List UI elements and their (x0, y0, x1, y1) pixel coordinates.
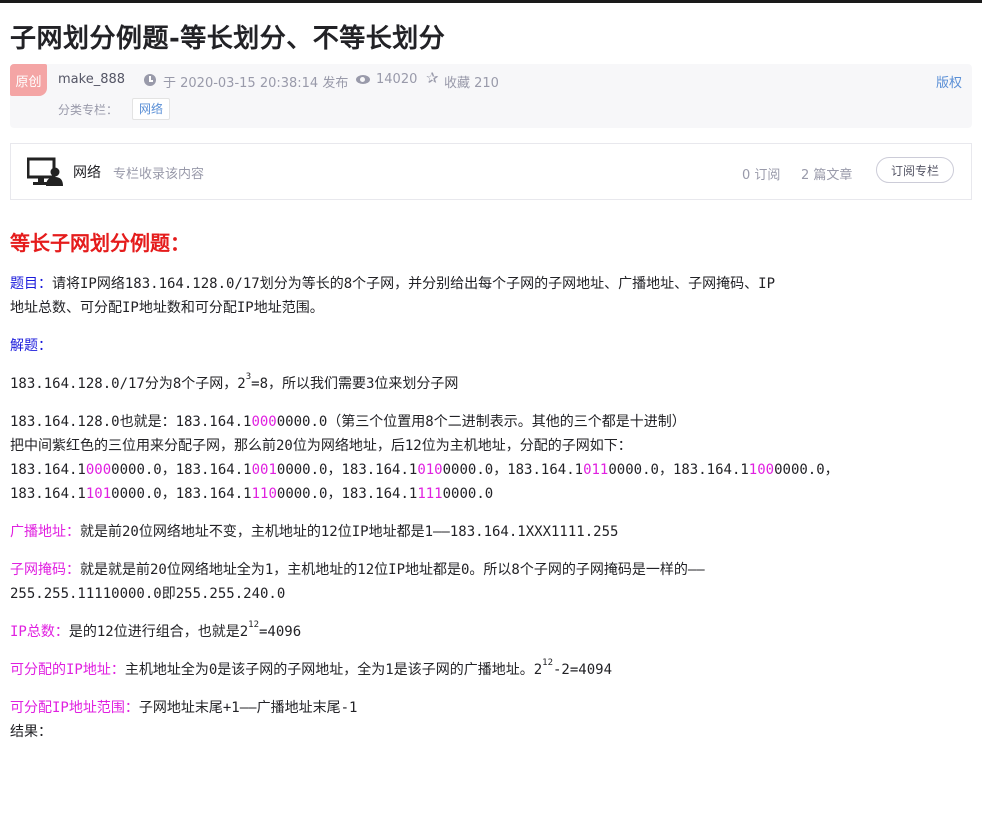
subnet-item: 183.164.11000000.0， (672, 462, 839, 478)
subnet-item: 183.164.11110000.0 (341, 486, 494, 502)
range-line: 可分配IP地址范围：子网地址末尾+1——广播地址末尾-1 (10, 696, 972, 720)
column-description: 专栏收录该内容 (113, 167, 205, 182)
clock-icon (144, 74, 156, 86)
question-line-1: 题目：请将IP网络183.164.128.0/17划分为等长的8个子网，并分别给… (10, 272, 972, 296)
subnet-item: 183.164.10000000.0， (10, 462, 176, 478)
subnet-list-row-2: 183.164.11010000.0，183.164.11100000.0，18… (10, 482, 972, 506)
answer-label: 解题： (10, 334, 972, 358)
step-3: 把中间紫红色的三位用来分配子网，那么前20位为网络地址，后12位为主机地址，分配… (10, 438, 632, 454)
copyright-link[interactable]: 版权 (936, 72, 962, 91)
original-badge: 原创 (10, 64, 47, 96)
step-1: 183.164.128.0/17分为8个子网，23=8，所以我们需要3位来划分子… (10, 372, 972, 396)
ip-total-line: IP总数：是的12位进行组合，也就是212=4096 (10, 620, 972, 644)
subnet-item: 183.164.10010000.0， (175, 462, 342, 478)
answer-label-text: 解题： (10, 338, 52, 354)
result-label: 结果： (10, 724, 52, 740)
question-line-2: 地址总数、可分配IP地址数和可分配IP地址范围。 (10, 300, 324, 316)
article-count: 2 篇文章 (801, 168, 853, 183)
subscriber-count: 0 订阅 (742, 168, 781, 183)
subnet-item: 183.164.11100000.0， (175, 486, 342, 502)
ip-total-exponent: 12 (248, 620, 259, 630)
step-2: 183.164.128.0也就是：183.164.10000000.0（第三个位… (10, 410, 972, 434)
assignable-a: 主机地址全为0是该子网的子网地址，全为1是该子网的广播地址。2 (124, 662, 543, 678)
favorite-count[interactable]: 收藏 210 (444, 72, 499, 91)
mask-line-2: 255.255.11110000.0即255.255.240.0 (10, 586, 286, 602)
ip-total-label: IP总数： (10, 624, 69, 640)
view-count: 14020 (376, 72, 418, 87)
article-title: 子网划分例题-等长划分、不等长划分 (10, 24, 446, 54)
section-heading: 等长子网划分例题： (10, 231, 190, 255)
computer-user-icon (27, 157, 63, 186)
assignable-label: 可分配的IP地址： (10, 662, 125, 678)
author-link[interactable]: make_888 (58, 72, 125, 87)
broadcast-text: 就是前20位网络地址不变，主机地址的12位IP地址都是1——183.164.1X… (80, 524, 619, 540)
subscribe-column-button[interactable]: 订阅专栏 (876, 157, 954, 183)
question-text-1: 请将IP网络183.164.128.0/17划分为等长的8个子网，并分别给出每个… (52, 276, 776, 292)
step-2-b: 0000.0（第三个位置用8个二进制表示。其他的三个都是十进制） (276, 414, 686, 430)
column-card: 网络 专栏收录该内容 0 订阅 2 篇文章 订阅专栏 (10, 143, 972, 200)
article-meta: 原创 make_888 于 2020-03-15 20:38:14 发布 140… (10, 64, 972, 128)
eye-icon (356, 75, 370, 84)
mask-text-1: 就是就是前20位网络地址全为1，主机地址的12位IP地址都是0。所以8个子网的子… (80, 562, 705, 578)
column-name[interactable]: 网络 (73, 162, 101, 182)
mask-label: 子网掩码： (10, 562, 80, 578)
subnet-item: 183.164.11010000.0， (10, 486, 176, 502)
column-label: 分类专栏： (58, 103, 119, 117)
range-text: 子网地址末尾+1——广播地址末尾-1 (138, 700, 358, 716)
star-icon[interactable]: ✰ (426, 69, 439, 87)
step-1-a: 183.164.128.0/17分为8个子网，2 (10, 376, 246, 392)
publish-time: 于 2020-03-15 20:38:14 发布 (163, 76, 349, 91)
step-2-highlight: 000 (251, 414, 277, 430)
broadcast-label: 广播地址： (10, 524, 80, 540)
assignable-exponent: 12 (542, 658, 553, 668)
column-tag[interactable]: 网络 (132, 98, 171, 120)
mask-line-1: 子网掩码：就是就是前20位网络地址全为1，主机地址的12位IP地址都是0。所以8… (10, 558, 972, 582)
step-2-a: 183.164.128.0也就是：183.164.1 (10, 414, 252, 430)
top-bar (0, 0, 982, 3)
range-label: 可分配IP地址范围： (10, 700, 139, 716)
article-content: 等长子网划分例题： 题目：请将IP网络183.164.128.0/17划分为等长… (10, 228, 972, 744)
ip-total-b: =4096 (259, 624, 302, 640)
subnet-list-row-1: 183.164.10000000.0，183.164.10010000.0，18… (10, 458, 972, 482)
broadcast-line: 广播地址：就是前20位网络地址不变，主机地址的12位IP地址都是1——183.1… (10, 520, 972, 544)
assignable-line: 可分配的IP地址：主机地址全为0是该子网的子网地址，全为1是该子网的广播地址。2… (10, 658, 972, 682)
question-label: 题目： (10, 276, 52, 292)
ip-total-a: 是的12位进行组合，也就是2 (68, 624, 249, 640)
step-1-b: =8，所以我们需要3位来划分子网 (251, 376, 459, 392)
assignable-b: -2=4094 (553, 662, 613, 678)
subnet-item: 183.164.10100000.0， (341, 462, 508, 478)
step-1-exponent: 3 (245, 372, 252, 382)
subnet-item: 183.164.10110000.0， (507, 462, 673, 478)
